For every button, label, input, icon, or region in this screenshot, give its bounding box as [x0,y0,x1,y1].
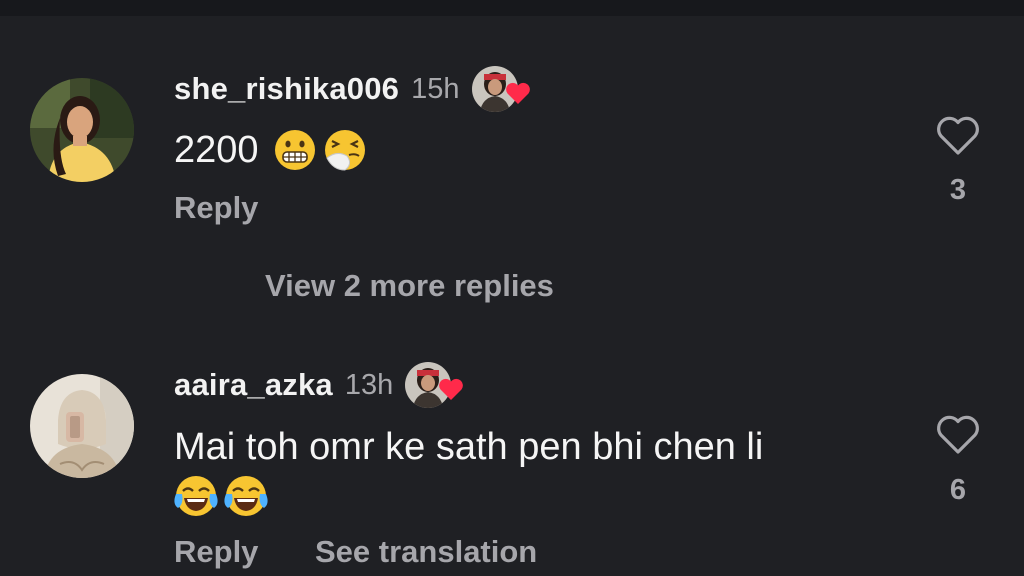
comment-text: 2200 [174,128,367,172]
grimacing-face-emoji [274,130,315,170]
heart-icon [439,378,464,400]
comment-text: Mai toh omr ke sath pen bhi chen li [174,426,763,469]
timestamp: 13h [344,368,394,401]
heart-outline-icon[interactable] [934,113,982,157]
creator-liked-badge [469,64,532,114]
top-divider-bar [0,0,1024,16]
comment-emojis [174,474,268,518]
username[interactable]: aaira_azka [174,367,333,403]
reply-button[interactable]: Reply [174,190,258,226]
see-translation-button[interactable]: See translation [315,534,537,570]
comment-body: Mai toh omr ke sath pen bhi chen li [174,426,764,468]
comment-header: aaira_azka 13h [174,360,465,410]
username[interactable]: she_rishika006 [174,71,399,107]
heart-icon [505,82,530,104]
sneezing-face-emoji [324,130,365,171]
comment-header: she_rishika006 15h [174,64,532,114]
like-count: 3 [949,174,967,206]
creator-liked-badge [403,360,465,410]
heart-outline-icon[interactable] [934,412,982,456]
comment-body: 2200 [174,128,259,171]
view-more-replies-button[interactable]: View 2 more replies [265,268,554,304]
like-count: 6 [949,474,967,506]
avatar[interactable] [30,78,134,182]
reply-button[interactable]: Reply [174,534,258,570]
avatar[interactable] [30,374,134,478]
timestamp: 15h [411,72,460,105]
face-with-tears-of-joy-emoji [224,476,268,516]
face-with-tears-of-joy-emoji [174,476,218,516]
